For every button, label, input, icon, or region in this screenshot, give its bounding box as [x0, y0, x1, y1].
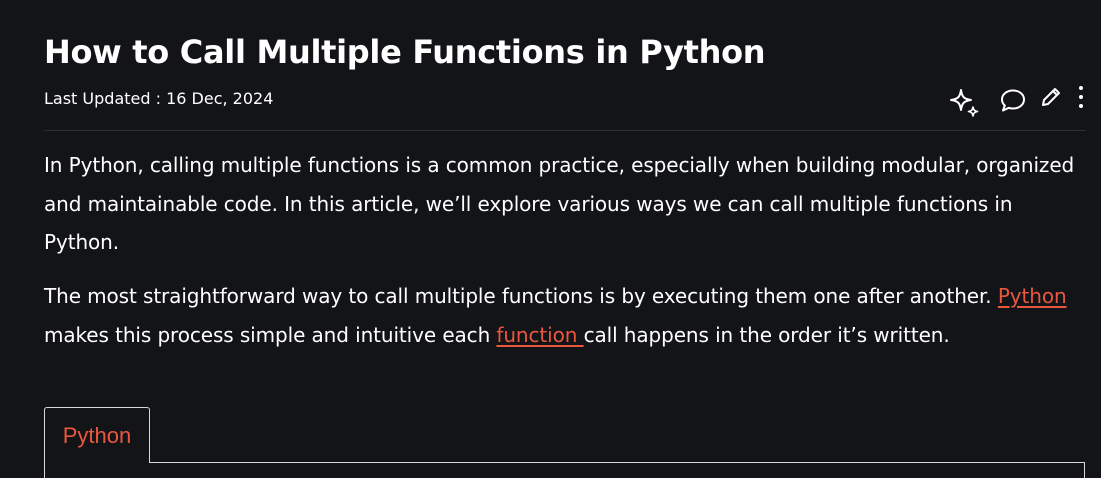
more-vertical-icon[interactable] [1076, 84, 1086, 110]
body-paragraph: The most straightforward way to call mul… [44, 277, 1086, 354]
pencil-icon[interactable] [1040, 86, 1062, 108]
header-divider [44, 130, 1086, 131]
tab-python[interactable]: Python [44, 407, 150, 463]
article-actions [948, 84, 1086, 122]
page-title: How to Call Multiple Functions in Python [44, 33, 766, 71]
function-link[interactable]: function [496, 323, 583, 347]
comment-icon[interactable] [1000, 88, 1026, 114]
python-link[interactable]: Python [998, 284, 1067, 308]
intro-paragraph: In Python, calling multiple functions is… [44, 153, 1075, 254]
code-block: Python [44, 407, 1086, 478]
article: How to Call Multiple Functions in Python… [44, 0, 1086, 478]
paragraph-text: call happens in the order it’s written. [583, 322, 950, 347]
last-updated: Last Updated : 16 Dec, 2024 [44, 89, 274, 108]
code-frame [44, 462, 1085, 478]
sparkle-icon[interactable] [948, 86, 982, 122]
paragraph-text: The most straightforward way to call mul… [44, 284, 998, 308]
paragraph-text: makes this process simple and intuitive … [44, 322, 497, 347]
